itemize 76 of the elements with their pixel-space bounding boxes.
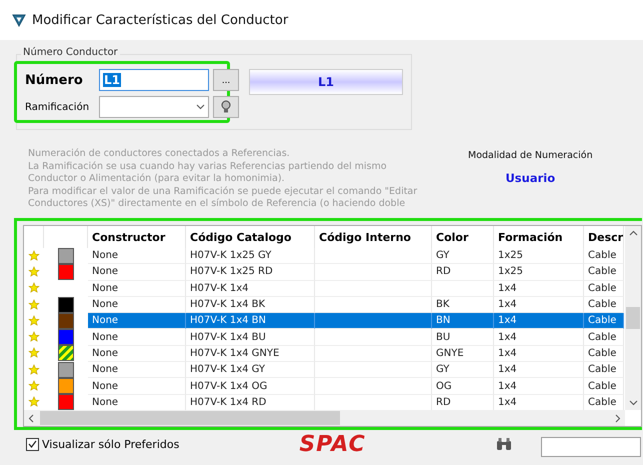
table-cell: H07V-K 1x25 GY [186,248,315,264]
table-cell: Cable [584,313,624,330]
table-cell: 1x4 [494,329,584,346]
numbering-mode-value: Usuario [505,171,556,185]
binoculars-icon[interactable] [496,437,512,451]
table-cell: Cable [584,378,624,395]
vertical-scrollbar[interactable] [625,226,641,410]
table-cell: H07V-K 1x4 BK [186,296,315,314]
table-cell: BU [432,329,494,346]
browse-button[interactable]: ... [213,69,239,91]
table-cell: H07V-K 1x4 BN [186,313,315,330]
table-cell: H07V-K 1x4 GNYE [186,346,315,362]
table-cell: Cable [584,329,624,346]
table-cell: 1x25 [494,264,584,281]
scroll-thumb[interactable] [626,307,640,329]
table-cell: H07V-K 1x4 OG [186,378,315,395]
table-cell: 1x4 [494,346,584,362]
table-cell: Cable [584,248,624,264]
table-cell: Cable [584,264,624,281]
table-cell: GY [432,362,494,378]
number-input[interactable]: L1 [99,69,209,91]
table-cell: RD [432,394,494,410]
chevron-right-icon[interactable] [615,414,621,422]
table-cell: Cable [584,362,624,378]
table-cell: 1x4 [494,280,584,297]
numbering-mode-label: Modalidad de Numeración [468,150,593,161]
group-title: Número Conductor [21,47,120,58]
logo: SPAC [299,432,366,456]
table-cell: OG [432,378,494,395]
table-cell: Cable [584,296,624,314]
number-label: Número [25,72,84,88]
checkbox[interactable] [26,438,39,450]
table-cell: None [88,394,186,410]
table-cell: H07V-K 1x4 RD [186,394,315,410]
table-cell: Cable [584,280,624,297]
lightbulb-icon [221,100,231,114]
number-preview: L1 [249,69,403,95]
lightbulb-button[interactable] [213,96,239,118]
table-cell: H07V-K 1x4 [186,280,315,297]
horizontal-scrollbar[interactable] [24,410,625,426]
table-cell: GY [432,248,494,264]
table-cell: None [88,280,186,297]
triangle-logo-icon [12,14,26,26]
window-title: Modificar Características del Conductor [32,12,288,28]
table-cell: Cable [584,394,624,410]
table-cell: 1x4 [494,362,584,378]
table-cell: 1x25 [494,248,584,264]
table-cell: None [88,313,186,330]
table-cell: None [88,264,186,281]
table-cell: 1x4 [494,394,584,410]
table-cell: None [88,346,186,362]
table-cell: 1x4 [494,296,584,314]
table-cell: GNYE [432,346,494,362]
branch-label: Ramificación [25,102,90,112]
table-cell: BK [432,296,494,314]
table-cell: H07V-K 1x4 GY [186,362,315,378]
table-cell: None [88,362,186,378]
table-cell: H07V-K 1x25 RD [186,264,315,281]
scroll-thumb[interactable] [40,411,340,425]
table-cell: None [88,329,186,346]
chevron-up-icon[interactable] [628,230,638,236]
table-cell: None [88,296,186,314]
search-field[interactable] [541,437,641,457]
table-cell: BN [432,313,494,330]
table-cell: 1x4 [494,313,584,330]
table-cell: None [88,378,186,395]
table-cell: Cable [584,346,624,362]
table-cell: None [88,248,186,264]
table-cell: RD [432,264,494,281]
checkbox-label[interactable]: Visualizar sólo Preferidos [42,438,180,450]
table-cell: H07V-K 1x4 BU [186,329,315,346]
table-cell: 1x4 [494,378,584,395]
help-text: Numeración de conductores conectados a Referencias. La Ramificación se usa cuando hay varias Referencias partiendo del mismo Conductor o Alimentación (para evitar la homonimia). Para modificar el valor de una Ramificación se puede ejecutar el comando "Editar Conductores (XS)" directamente en el símbolo de Referencia (o haciendo doble [28,148,418,210]
chevron-down-icon [196,104,205,110]
chevron-down-icon[interactable] [628,400,638,406]
chevron-left-icon[interactable] [28,414,34,422]
